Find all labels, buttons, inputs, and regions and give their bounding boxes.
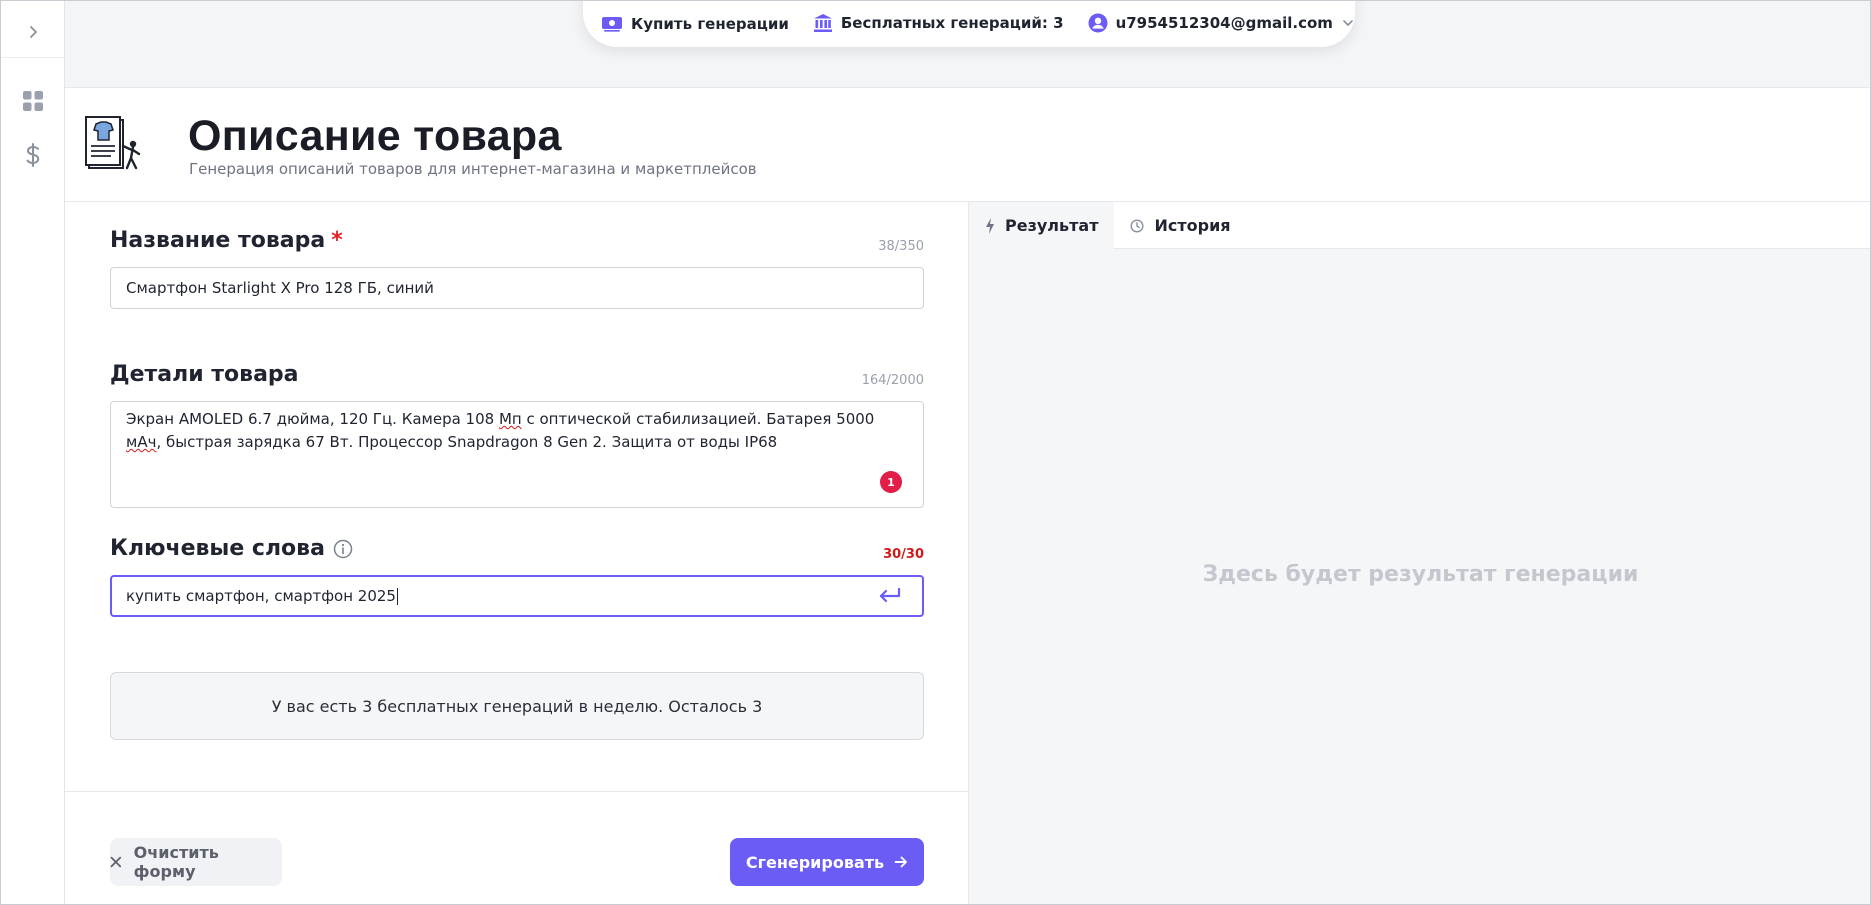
tab-result-label: Результат	[1005, 216, 1099, 235]
product-details-counter: 164/2000	[861, 373, 924, 388]
free-generations-notice: У вас есть 3 бесплатных генераций в неде…	[110, 672, 924, 740]
keywords-label: Ключевые слова	[110, 536, 353, 561]
free-generations-label: Бесплатных генераций: 3	[840, 14, 1064, 32]
generate-label: Сгенерировать	[745, 852, 885, 872]
sidebar-toggle-button[interactable]	[1, 6, 64, 58]
details-text-part: Экран AMOLED 6.7 дюйма, 120 Гц. Камера 1…	[126, 410, 499, 428]
page-title: Описание товара	[188, 112, 562, 160]
account-email: u7954512304@gmail.com	[1115, 14, 1333, 32]
product-details-label-text: Детали товара	[110, 362, 299, 387]
product-description-illustration	[85, 116, 141, 170]
text-caret	[396, 587, 398, 605]
spelling-error-word[interactable]: Мп	[499, 410, 522, 428]
clock-icon	[1130, 218, 1144, 233]
sidebar-item-pricing[interactable]	[1, 135, 64, 175]
sidebar-item-dashboard[interactable]	[1, 81, 64, 121]
product-details-label: Детали товара	[110, 362, 299, 387]
close-icon	[110, 856, 122, 868]
product-name-counter: 38/350	[878, 239, 924, 254]
buy-generations-link[interactable]: Купить генерации	[601, 15, 789, 33]
page-subtitle: Генерация описаний товаров для интернет-…	[189, 160, 757, 178]
tab-history-label: История	[1154, 216, 1231, 235]
app-window: Описание товара Генерация описаний товар…	[0, 0, 1871, 905]
product-name-value: Смартфон Starlight X Pro 128 ГБ, синий	[126, 279, 434, 297]
sidebar	[1, 1, 65, 904]
product-name-label: Название товара *	[110, 228, 343, 253]
required-mark: *	[331, 228, 343, 253]
spelling-error-word[interactable]: мАч	[126, 433, 156, 451]
dollar-icon	[26, 143, 39, 167]
product-name-label-text: Название товара	[110, 228, 326, 253]
top-bar: Купить генерации Бесплатных генераций: 3…	[583, 1, 1355, 47]
arrow-right-icon	[894, 856, 908, 868]
details-text-part: , быстрая зарядка 67 Вт. Процессор Snapd…	[156, 433, 778, 451]
keywords-counter: 30/30	[883, 547, 924, 562]
result-placeholder: Здесь будет результат генерации	[1202, 562, 1639, 587]
bolt-icon	[986, 217, 994, 234]
chevron-down-icon	[1343, 20, 1353, 26]
main-content: Описание товара Генерация описаний товар…	[65, 87, 1870, 904]
product-details-textarea[interactable]: Экран AMOLED 6.7 дюйма, 120 Гц. Камера 1…	[110, 401, 924, 508]
clear-form-label: Очистить форму	[133, 843, 219, 881]
tab-result[interactable]: Результат	[969, 202, 1115, 249]
result-tabs: Результат История	[969, 202, 1870, 249]
clear-form-button[interactable]: Очистить форму	[110, 838, 282, 886]
tab-history[interactable]: История	[1114, 202, 1246, 249]
product-name-input[interactable]: Смартфон Starlight X Pro 128 ГБ, синий	[110, 267, 924, 309]
cash-icon	[602, 17, 622, 32]
result-panel: Результат История Здесь будет результат …	[969, 202, 1870, 904]
user-avatar-icon	[1088, 13, 1108, 33]
buy-generations-label: Купить генерации	[631, 15, 789, 33]
bank-icon	[813, 14, 832, 32]
keywords-value: купить смартфон, смартфон 2025	[126, 587, 396, 605]
generate-button[interactable]: Сгенерировать	[730, 838, 924, 886]
free-generations-indicator: Бесплатных генераций: 3	[813, 13, 1064, 33]
form-panel: Название товара * 38/350 Смартфон Starli…	[65, 202, 969, 904]
keywords-label-text: Ключевые слова	[110, 536, 325, 561]
form-divider	[65, 791, 969, 792]
grid-icon	[22, 91, 43, 111]
keywords-input[interactable]: купить смартфон, смартфон 2025	[110, 575, 924, 617]
account-menu[interactable]: u7954512304@gmail.com	[1088, 13, 1355, 33]
info-icon[interactable]	[333, 539, 353, 559]
chevron-right-icon	[29, 25, 37, 38]
details-text-part: с оптической стабилизацией. Батарея 5000	[521, 410, 875, 428]
page-header: Описание товара Генерация описаний товар…	[65, 88, 1870, 202]
enter-icon[interactable]	[878, 587, 902, 605]
spelling-error-badge[interactable]: 1	[880, 471, 902, 493]
